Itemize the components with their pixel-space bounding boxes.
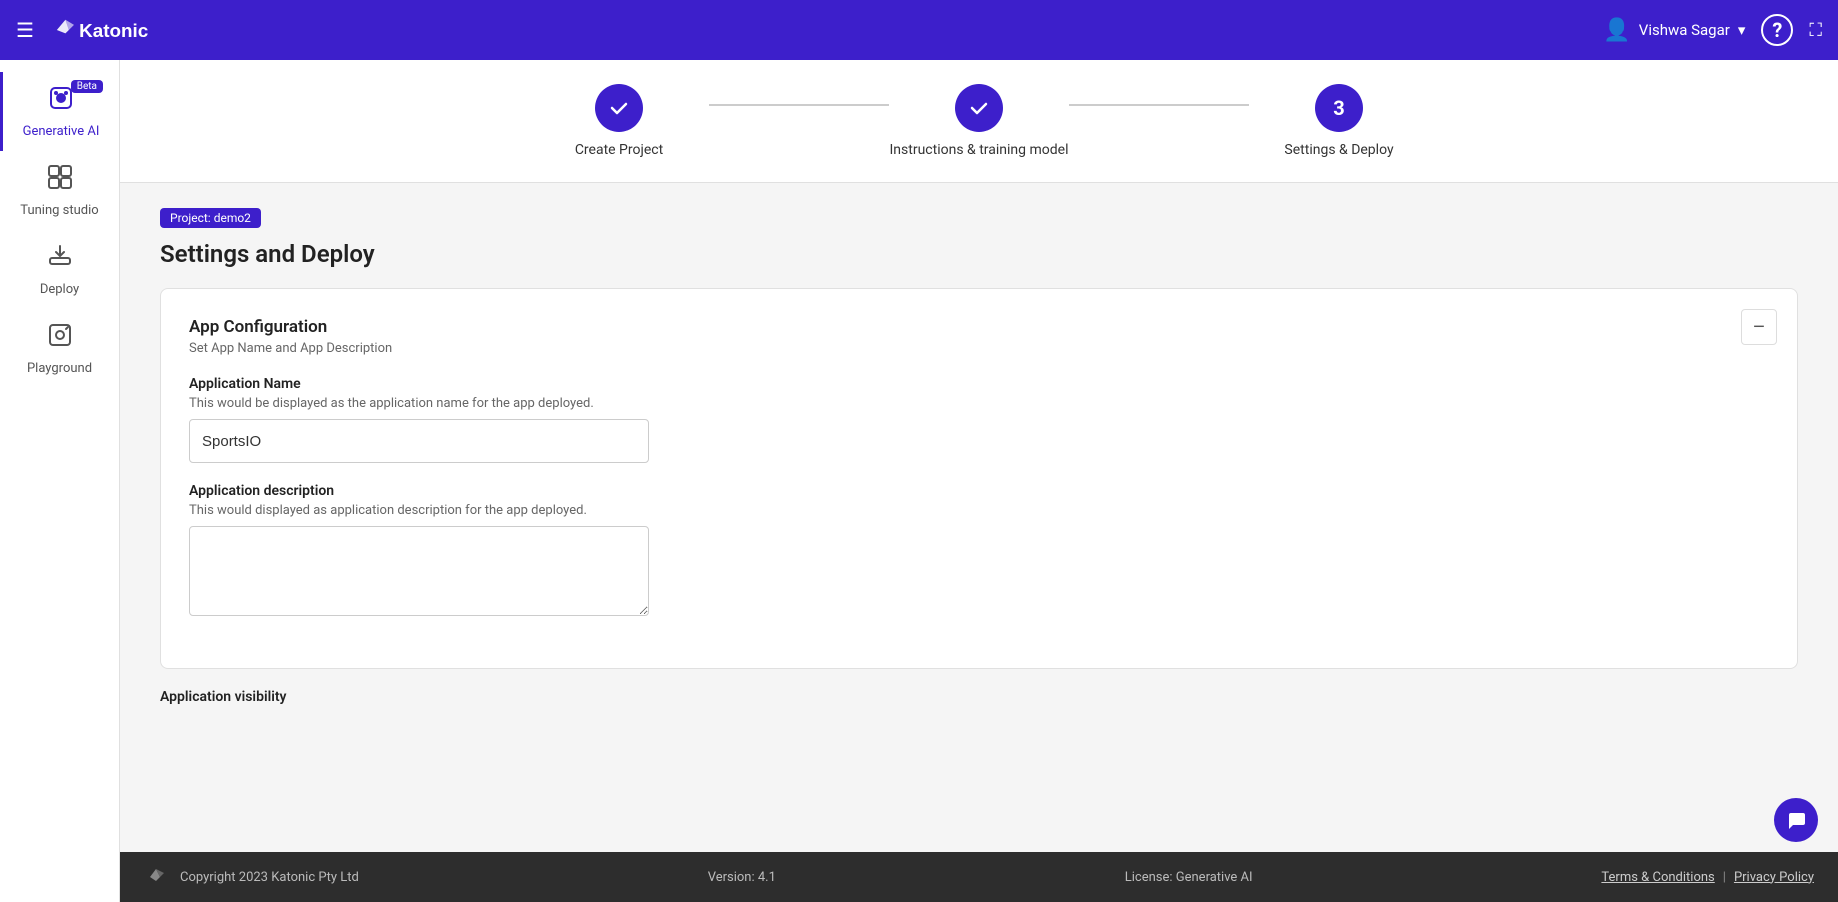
app-desc-label: Application description	[189, 483, 1769, 499]
sidebar: Beta Generative AI Tuning	[0, 60, 120, 902]
step-2-circle	[955, 84, 1003, 132]
step-create-project: Create Project	[529, 84, 709, 158]
main-layout: Beta Generative AI Tuning	[0, 60, 1838, 902]
hamburger-icon[interactable]: ☰	[16, 18, 34, 42]
user-menu[interactable]: 👤 Vishwa Sagar ▾	[1603, 18, 1745, 43]
deploy-icon	[46, 242, 74, 276]
card-subtitle: Set App Name and App Description	[189, 341, 1769, 356]
step-connector-1	[709, 104, 889, 106]
step-settings-deploy: 3 Settings & Deploy	[1249, 84, 1429, 158]
step-1-circle	[595, 84, 643, 132]
app-name-label: Application Name	[189, 376, 1769, 392]
page-content: Project: demo2 Settings and Deploy − App…	[120, 183, 1838, 852]
playground-icon	[46, 321, 74, 355]
chat-bubble-button[interactable]	[1774, 798, 1818, 842]
chat-icon	[1785, 809, 1807, 831]
step-1-label: Create Project	[575, 142, 663, 158]
footer-links: Terms & Conditions | Privacy Policy	[1601, 870, 1814, 885]
app-desc-textarea[interactable]	[189, 526, 649, 616]
footer-license: License: Generative AI	[1125, 870, 1253, 885]
header-left: ☰ Katonic	[16, 12, 170, 48]
sidebar-label-deploy: Deploy	[40, 282, 79, 297]
fullscreen-icon[interactable]: ⛶	[1809, 20, 1822, 41]
page-title: Settings and Deploy	[160, 240, 1798, 268]
chevron-down-icon: ▾	[1738, 21, 1746, 39]
footer-version: Version: 4.1	[708, 870, 776, 885]
footer-copyright: Copyright 2023 Katonic Pty Ltd	[180, 870, 359, 885]
footer: Copyright 2023 Katonic Pty Ltd Version: …	[120, 852, 1838, 902]
sidebar-label-generative-ai: Generative AI	[23, 124, 100, 139]
logo-svg: Katonic	[50, 12, 170, 48]
app-config-card: − App Configuration Set App Name and App…	[160, 288, 1798, 669]
step-3-label: Settings & Deploy	[1284, 142, 1393, 158]
privacy-link[interactable]: Privacy Policy	[1734, 870, 1814, 885]
user-name: Vishwa Sagar	[1639, 21, 1730, 39]
project-badge: Project: demo2	[160, 208, 261, 228]
app-header: ☰ Katonic 👤 Vishwa Sagar ▾ ? ⛶	[0, 0, 1838, 60]
svg-text:Katonic: Katonic	[79, 20, 148, 41]
footer-left: Copyright 2023 Katonic Pty Ltd	[144, 863, 359, 891]
sidebar-item-tuning-studio[interactable]: Tuning studio	[0, 151, 119, 230]
stepper: Create Project Instructions & training m…	[529, 84, 1429, 158]
step-3-circle: 3	[1315, 84, 1363, 132]
sidebar-label-playground: Playground	[27, 361, 92, 376]
sidebar-label-tuning-studio: Tuning studio	[20, 203, 98, 218]
sidebar-item-playground[interactable]: Playground	[0, 309, 119, 388]
stepper-bar: Create Project Instructions & training m…	[120, 60, 1838, 183]
help-button[interactable]: ?	[1761, 14, 1793, 46]
tuning-studio-icon	[46, 163, 74, 197]
header-right: 👤 Vishwa Sagar ▾ ? ⛶	[1603, 14, 1822, 46]
app-visibility-label: Application visibility	[160, 689, 1798, 705]
collapse-button[interactable]: −	[1741, 309, 1777, 345]
step-instructions: Instructions & training model	[889, 84, 1069, 158]
card-title: App Configuration	[189, 317, 1769, 337]
main-content: Create Project Instructions & training m…	[120, 60, 1838, 902]
app-name-hint: This would be displayed as the applicati…	[189, 396, 1769, 411]
sidebar-item-deploy[interactable]: Deploy	[0, 230, 119, 309]
app-desc-field-group: Application description This would displ…	[189, 483, 1769, 620]
step-2-label: Instructions & training model	[890, 142, 1069, 158]
user-avatar-icon: 👤	[1603, 18, 1630, 43]
sidebar-item-generative-ai[interactable]: Beta Generative AI	[0, 72, 119, 151]
step-connector-2	[1069, 104, 1249, 106]
app-name-field-group: Application Name This would be displayed…	[189, 376, 1769, 463]
footer-logo-icon	[144, 863, 172, 891]
app-desc-hint: This would displayed as application desc…	[189, 503, 1769, 518]
terms-link[interactable]: Terms & Conditions	[1601, 870, 1714, 885]
logo: Katonic	[50, 12, 170, 48]
footer-divider: |	[1723, 870, 1726, 885]
beta-badge: Beta	[71, 80, 103, 93]
app-name-input[interactable]	[189, 419, 649, 463]
